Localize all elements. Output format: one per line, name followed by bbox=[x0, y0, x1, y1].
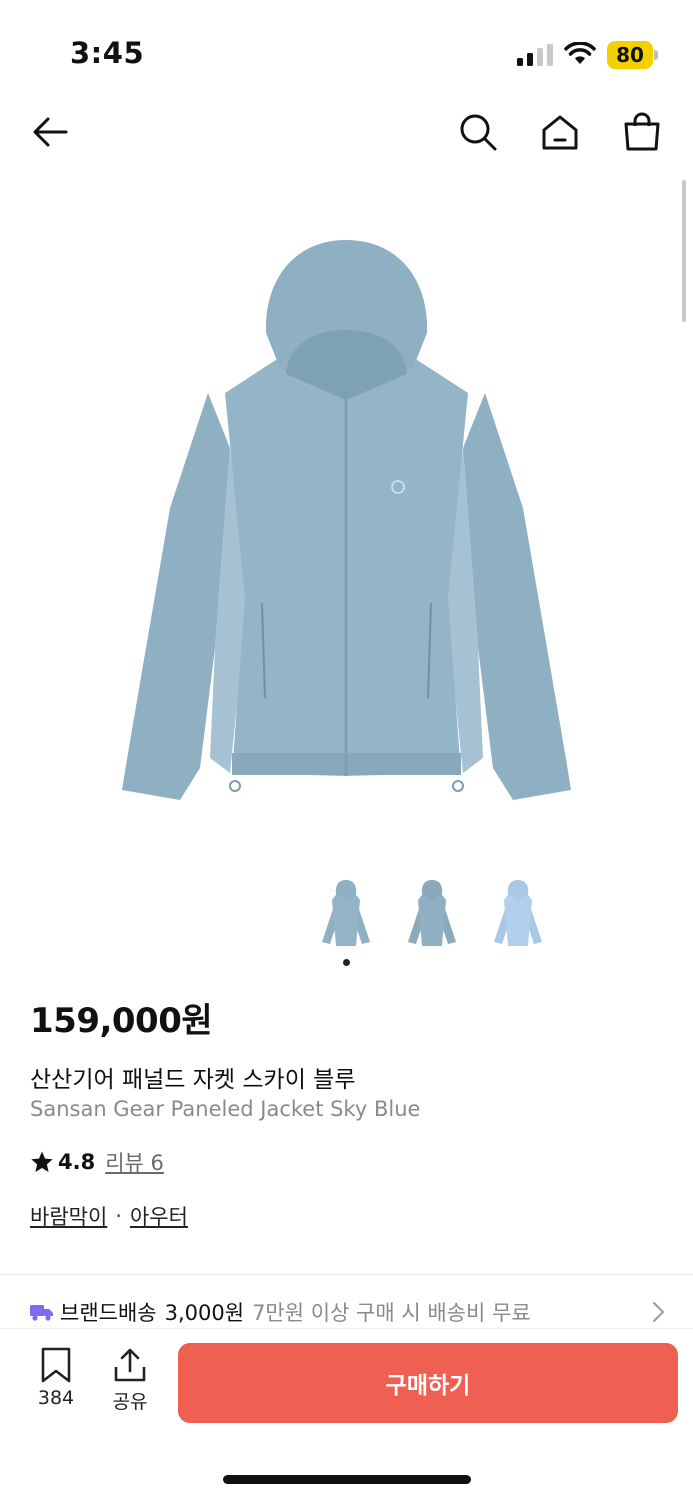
share-label: 공유 bbox=[112, 1391, 148, 1413]
product-name-korean: 산산기어 패널드 자켓 스카이 블루 bbox=[30, 1067, 356, 1093]
category-breadcrumb: 바람막이 · 아우터 bbox=[30, 1201, 188, 1231]
jacket-image bbox=[122, 240, 571, 800]
share-button[interactable]: 공유 bbox=[100, 1347, 160, 1414]
back-button[interactable] bbox=[30, 112, 70, 152]
battery-level: 80 bbox=[607, 41, 653, 69]
share-icon bbox=[114, 1348, 146, 1382]
battery-indicator: 80 bbox=[607, 41, 659, 69]
shipping-type: 브랜드배송 bbox=[60, 1301, 157, 1325]
product-name-english: Sansan Gear Paneled Jacket Sky Blue bbox=[30, 1097, 421, 1121]
jacket-thumbnail-image bbox=[408, 880, 456, 946]
product-price: 159,000원 bbox=[30, 1001, 213, 1041]
save-count: 384 bbox=[37, 1387, 75, 1409]
search-button[interactable] bbox=[458, 112, 498, 152]
thumbnail-1[interactable] bbox=[310, 872, 382, 956]
bookmark-icon bbox=[41, 1347, 71, 1383]
cellular-signal-icon bbox=[517, 44, 553, 66]
jacket-thumbnail-image bbox=[494, 880, 542, 946]
rating-row: 4.8 리뷰 6 bbox=[30, 1147, 164, 1177]
home-icon bbox=[542, 115, 578, 150]
section-divider bbox=[0, 1274, 693, 1275]
shipping-info-row[interactable]: 브랜드배송 3,000원 7만원 이상 구매 시 배송비 무료 bbox=[30, 1296, 670, 1328]
wifi-icon bbox=[564, 42, 596, 64]
home-button[interactable] bbox=[540, 112, 580, 152]
status-time: 3:45 bbox=[70, 36, 145, 70]
arrow-left-icon bbox=[33, 117, 68, 147]
rating-value: 4.8 bbox=[58, 1150, 96, 1174]
search-icon bbox=[460, 114, 497, 151]
status-bar: 3:45 80 bbox=[0, 0, 693, 100]
cart-button[interactable] bbox=[622, 112, 662, 152]
category-link-windbreaker[interactable]: 바람막이 bbox=[30, 1201, 107, 1231]
thumbnail-2[interactable] bbox=[396, 872, 468, 956]
star-icon bbox=[31, 1151, 53, 1172]
thumbnail-3[interactable] bbox=[482, 872, 554, 956]
shipping-cost: 3,000원 bbox=[164, 1301, 245, 1325]
buy-now-button[interactable]: 구매하기 bbox=[178, 1343, 678, 1423]
review-count-link[interactable]: 리뷰 6 bbox=[105, 1147, 164, 1177]
carousel-page-indicator bbox=[343, 959, 350, 966]
jacket-thumbnail-image bbox=[322, 880, 370, 946]
category-link-outerwear[interactable]: 아우터 bbox=[130, 1201, 188, 1231]
thumbnail-strip bbox=[310, 872, 560, 956]
chevron-right-icon bbox=[653, 1302, 664, 1322]
category-separator: · bbox=[115, 1204, 122, 1228]
shipping-note: 7만원 이상 구매 시 배송비 무료 bbox=[252, 1301, 531, 1325]
product-image-carousel[interactable] bbox=[0, 178, 693, 858]
shopping-bag-icon bbox=[624, 112, 660, 151]
home-indicator[interactable] bbox=[223, 1475, 471, 1484]
truck-icon bbox=[30, 1305, 53, 1321]
page-scrollbar[interactable] bbox=[682, 180, 686, 322]
save-button[interactable]: 384 bbox=[26, 1347, 86, 1409]
battery-tip bbox=[654, 50, 658, 60]
